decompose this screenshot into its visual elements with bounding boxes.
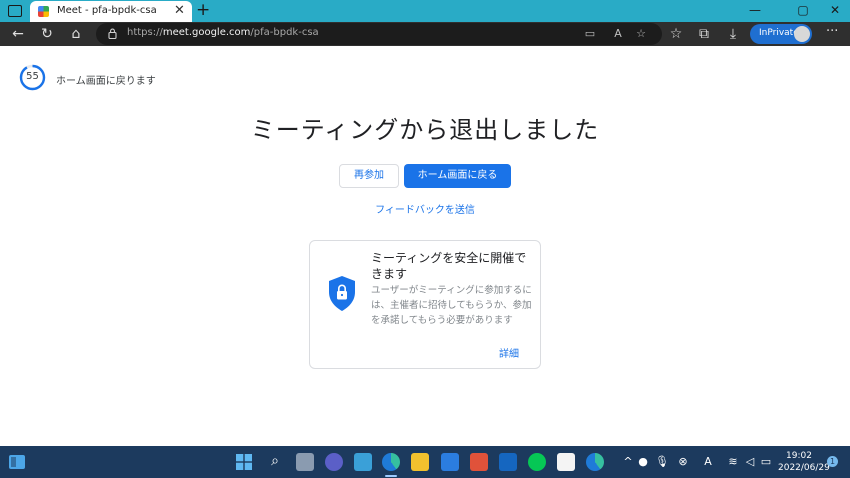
more-icon[interactable]: ···: [826, 24, 838, 39]
return-home-button[interactable]: ホーム画面に戻る: [404, 164, 511, 188]
camera-icon[interactable]: ▭: [583, 27, 597, 40]
read-aloud-icon[interactable]: A: [611, 27, 625, 40]
widgets-icon[interactable]: [9, 455, 25, 469]
rejoin-button[interactable]: 再参加: [339, 164, 399, 188]
home-icon[interactable]: ⌂: [68, 25, 84, 43]
volume-icon[interactable]: ◁: [743, 454, 757, 470]
wifi-icon[interactable]: ≋: [726, 454, 740, 470]
browser-titlebar: Meet - pfa-bpdk-csa ✕ + — ▢ ✕: [0, 0, 850, 22]
file-explorer-icon[interactable]: [411, 453, 429, 471]
page-title: ミーティングから退出しました: [250, 116, 600, 144]
safety-info-card: ミーティングを安全に開催できます ユーザーがミーティングに参加するには、主催者に…: [309, 240, 541, 369]
active-app-indicator: [385, 475, 397, 477]
mail-icon[interactable]: [441, 453, 459, 471]
inprivate-badge[interactable]: InPrivate: [750, 24, 812, 44]
tray-chevron-icon[interactable]: ^: [621, 454, 635, 470]
learn-more-link[interactable]: 詳細: [499, 345, 519, 360]
start-icon[interactable]: [236, 454, 252, 470]
edge-icon[interactable]: [382, 453, 400, 471]
tab-close-icon[interactable]: ✕: [174, 3, 185, 18]
tab-actions-icon[interactable]: [8, 5, 22, 17]
browser-tab[interactable]: Meet - pfa-bpdk-csa ✕: [30, 1, 192, 22]
collections-icon[interactable]: ⧉: [696, 25, 712, 43]
line-icon[interactable]: [528, 453, 546, 471]
card-title: ミーティングを安全に開催できます: [371, 251, 527, 281]
shield-lock-icon: [329, 276, 355, 311]
url-text: https://meet.google.com/pfa-bpdk-csa: [127, 27, 319, 38]
meet-favicon-icon: [38, 6, 49, 17]
return-home-text: ホーム画面に戻ります: [56, 76, 156, 87]
browser-toolbar: ← ↻ ⌂ https://meet.google.com/pfa-bpdk-c…: [0, 22, 850, 46]
minimize-icon[interactable]: —: [747, 3, 763, 17]
url-host: meet.google.com: [162, 27, 251, 38]
tray-close-icon[interactable]: ⊗: [676, 454, 690, 470]
card-body: ユーザーがミーティングに参加するには、主催者に招待してもらうか、参加を承諾しても…: [371, 285, 532, 326]
maximize-icon[interactable]: ▢: [795, 3, 811, 17]
url-path: /pfa-bpdk-csa: [250, 27, 319, 38]
tray-font-icon[interactable]: A: [701, 454, 715, 470]
outlook-icon[interactable]: [499, 453, 517, 471]
reload-icon[interactable]: ↻: [39, 25, 55, 43]
app-icon[interactable]: [557, 453, 575, 471]
clock-date[interactable]: 2022/06/29: [778, 463, 830, 473]
address-bar[interactable]: https://meet.google.com/pfa-bpdk-csa ▭ A…: [96, 23, 662, 45]
weather-icon[interactable]: [354, 453, 372, 471]
battery-icon[interactable]: ▭: [759, 454, 773, 470]
favorites-icon[interactable]: ☆: [668, 25, 684, 43]
office-icon[interactable]: [470, 453, 488, 471]
close-window-icon[interactable]: ✕: [827, 3, 843, 17]
downloads-icon[interactable]: ⤓: [725, 25, 741, 43]
chat-icon[interactable]: [325, 453, 343, 471]
back-icon[interactable]: ←: [10, 25, 26, 43]
task-view-icon[interactable]: [296, 453, 314, 471]
notification-badge[interactable]: 1: [827, 456, 838, 467]
lock-icon: [108, 28, 117, 39]
avatar: [794, 26, 810, 42]
search-icon[interactable]: ⌕: [266, 452, 284, 470]
tab-title: Meet - pfa-bpdk-csa: [57, 5, 157, 16]
add-favorite-icon[interactable]: ☆: [634, 27, 648, 40]
feedback-link[interactable]: フィードバックを送信: [0, 201, 850, 216]
url-prefix: https://: [127, 27, 163, 38]
new-tab-button[interactable]: +: [196, 0, 210, 20]
tray-app-icon[interactable]: ●: [636, 454, 650, 470]
inprivate-label: InPrivate: [759, 28, 799, 38]
taskbar: ⌕ ^ ● 🎙 ⊗ A ≋ ◁ ▭ 19:02 2022/06/29 1: [0, 446, 850, 478]
countdown-number: 55: [26, 71, 39, 82]
edge-beta-icon[interactable]: [586, 453, 604, 471]
microphone-icon[interactable]: 🎙: [655, 454, 669, 470]
clock-time[interactable]: 19:02: [778, 451, 820, 461]
